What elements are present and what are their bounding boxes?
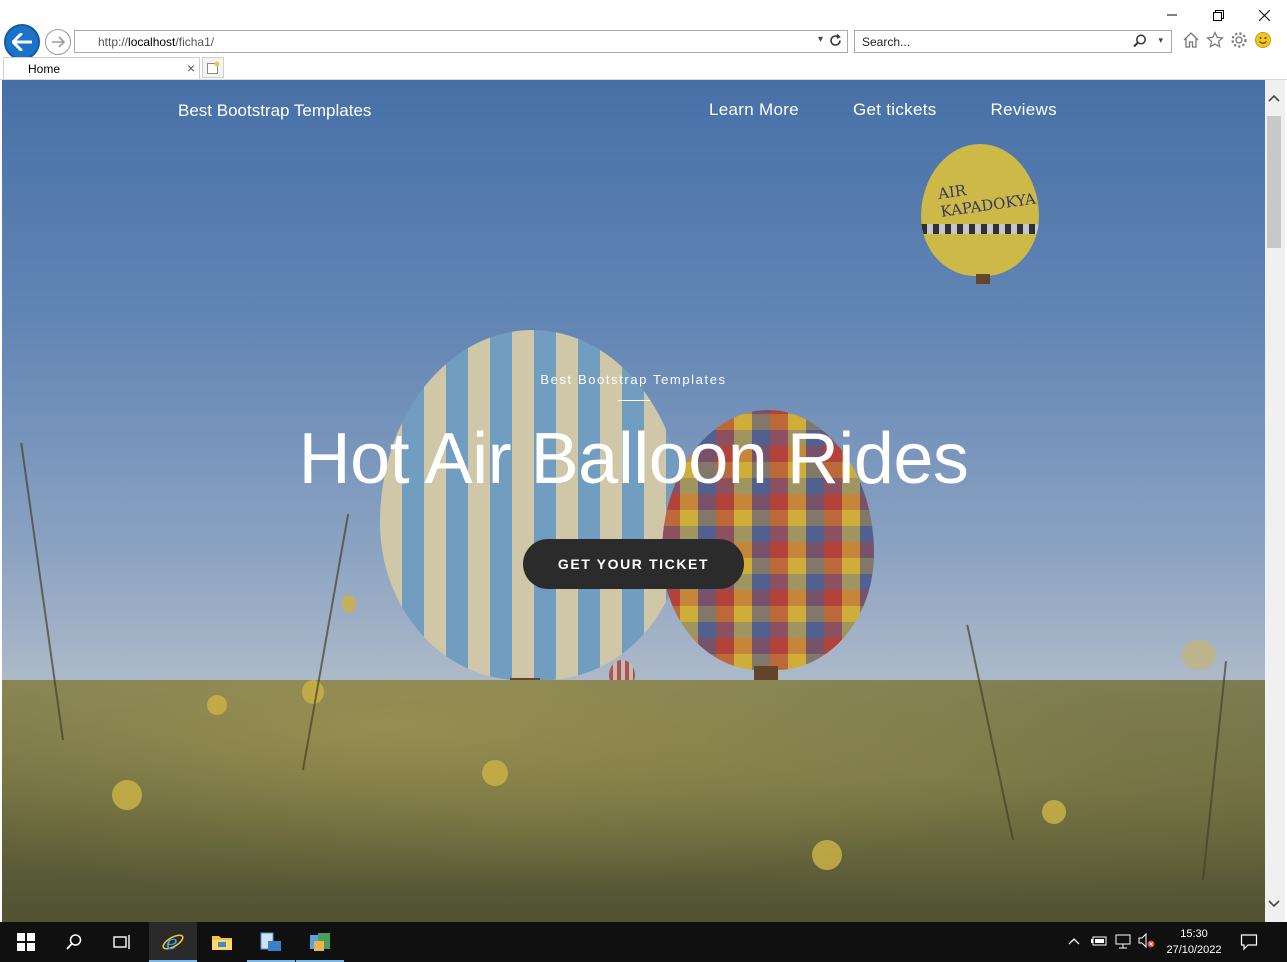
nav-learn-more[interactable]: Learn More <box>709 100 799 120</box>
nav-get-tickets[interactable]: Get tickets <box>853 100 937 120</box>
tab-close-icon[interactable]: × <box>187 60 195 76</box>
taskbar-server-manager[interactable] <box>247 922 295 962</box>
new-tab-icon <box>207 61 220 74</box>
volume-muted-icon[interactable] <box>1138 933 1156 949</box>
taskbar-app-manager[interactable] <box>296 922 344 962</box>
address-bar[interactable]: http://localhost/ficha1/ ▾ <box>74 30 848 53</box>
search-placeholder: Search... <box>862 35 911 49</box>
scroll-up-icon[interactable] <box>1268 94 1280 102</box>
taskbar-search-button[interactable] <box>50 922 98 962</box>
brand-link[interactable]: Best Bootstrap Templates <box>178 101 371 121</box>
scroll-down-icon[interactable] <box>1268 900 1280 908</box>
address-dropdown-icon[interactable]: ▾ <box>818 34 823 45</box>
hero-section: Best Bootstrap Templates Hot Air Balloon… <box>2 372 1265 589</box>
notification-icon[interactable] <box>1240 933 1258 951</box>
search-dropdown-icon[interactable]: ▾ <box>1158 35 1163 46</box>
restore-button[interactable] <box>1195 0 1241 30</box>
smiley-feedback-icon[interactable] <box>1254 31 1272 49</box>
folder-icon <box>212 936 232 950</box>
battery-icon[interactable] <box>1090 934 1108 948</box>
search-icon[interactable] <box>1133 34 1147 53</box>
gear-icon[interactable] <box>1230 31 1248 49</box>
system-clock[interactable]: 15:30 27/10/2022 <box>1163 926 1225 958</box>
svg-text:e: e <box>166 930 178 954</box>
clock-date: 27/10/2022 <box>1166 944 1222 956</box>
tab-label: Home <box>28 62 61 76</box>
get-ticket-button[interactable]: GET YOUR TICKET <box>523 539 744 589</box>
restore-icon <box>1212 9 1224 21</box>
forward-button[interactable] <box>45 29 71 55</box>
app-manager-icon <box>310 933 330 951</box>
hero-divider <box>617 400 650 401</box>
home-icon[interactable] <box>1182 31 1200 49</box>
chevron-up-icon[interactable] <box>1068 936 1080 946</box>
network-icon[interactable] <box>1114 933 1132 949</box>
windows-logo-icon <box>17 933 35 951</box>
start-button[interactable] <box>2 922 50 962</box>
toolbar-icons <box>1182 31 1272 49</box>
taskbar-file-explorer[interactable] <box>198 922 246 962</box>
internet-explorer-icon: e <box>162 930 184 954</box>
taskbar-internet-explorer[interactable]: e <box>149 922 197 962</box>
minimize-button[interactable] <box>1149 0 1195 30</box>
window-controls <box>1149 0 1287 30</box>
search-icon <box>66 934 82 950</box>
minimize-icon <box>1167 14 1177 16</box>
arrow-left-icon <box>12 33 32 51</box>
page-scrollbar[interactable] <box>1265 80 1285 922</box>
arrow-right-icon <box>52 36 65 48</box>
browser-chrome: http://localhost/ficha1/ ▾ Search... ▾ H… <box>0 0 1287 80</box>
taskbar: e 15:30 27/10/2022 <box>0 922 1287 962</box>
nav-links: Learn More Get tickets Reviews <box>709 100 1111 120</box>
page-viewport: AIR KAPADOKYA Best Bootstrap Templates L… <box>2 80 1265 922</box>
site-navbar: Best Bootstrap Templates Learn More Get … <box>2 80 1265 140</box>
tab-home[interactable]: Home × <box>3 57 200 80</box>
server-manager-icon <box>260 932 281 951</box>
task-view-icon <box>113 935 130 949</box>
new-tab-button[interactable] <box>202 57 224 78</box>
address-url: http://localhost/ficha1/ <box>98 35 215 49</box>
hero-kicker: Best Bootstrap Templates <box>540 372 727 387</box>
clock-time: 15:30 <box>1180 928 1208 940</box>
task-view-button[interactable] <box>98 922 146 962</box>
nav-reviews[interactable]: Reviews <box>991 100 1057 120</box>
back-button[interactable] <box>4 24 40 60</box>
close-icon <box>1258 9 1270 21</box>
close-window-button[interactable] <box>1241 0 1287 30</box>
scrollbar-thumb[interactable] <box>1267 116 1281 248</box>
hero-title: Hot Air Balloon Rides <box>298 419 969 499</box>
favorites-star-icon[interactable] <box>1206 31 1224 49</box>
refresh-icon[interactable] <box>829 33 842 52</box>
search-box[interactable]: Search... ▾ <box>854 30 1172 53</box>
